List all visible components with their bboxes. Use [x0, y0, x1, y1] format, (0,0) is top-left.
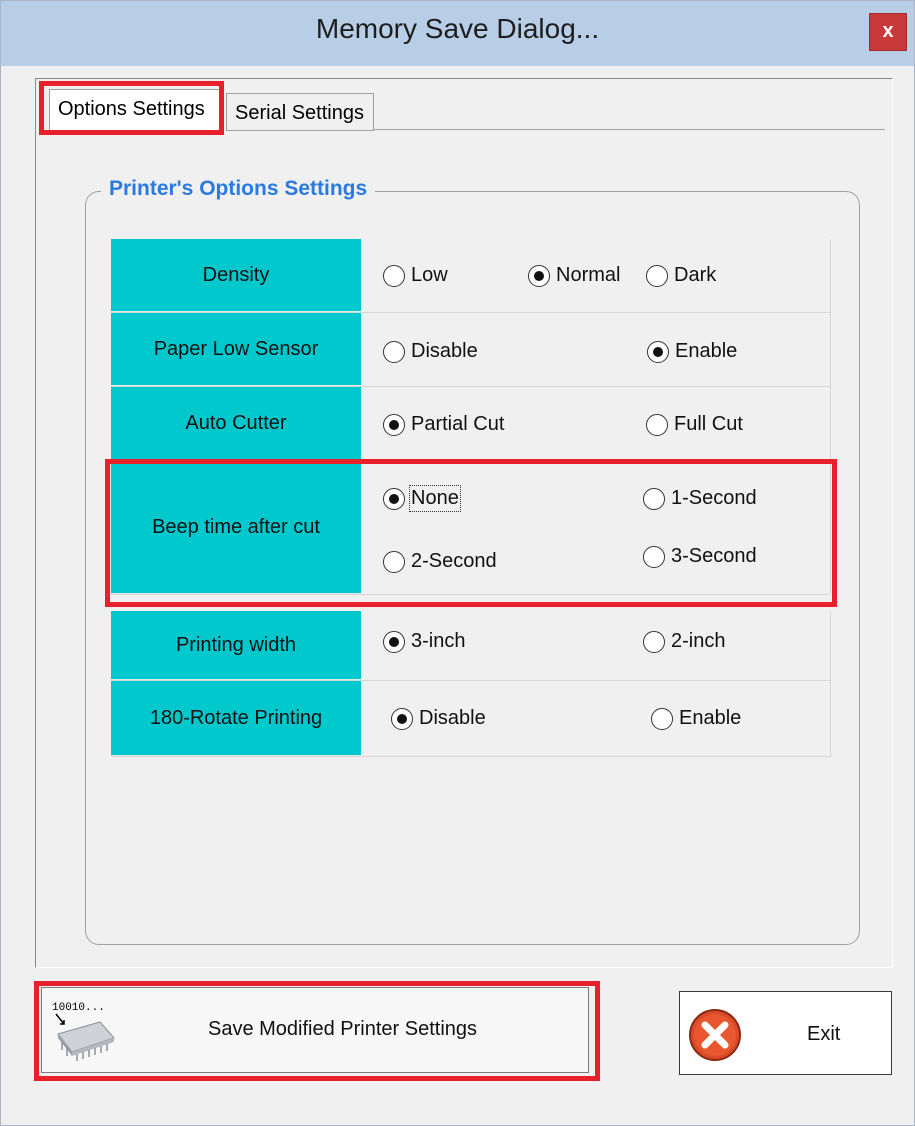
- setting-label: 180-Rotate Printing: [111, 681, 361, 756]
- radio-circle: [651, 707, 673, 730]
- setting-label: Density: [111, 239, 361, 312]
- radio-label: Enable: [675, 340, 738, 362]
- error-x-icon: [689, 1009, 741, 1061]
- radio-rotate-enable[interactable]: Enable: [651, 707, 741, 730]
- radio-printing-width-2-inch[interactable]: 2-inch: [643, 630, 725, 653]
- radio-circle: [383, 264, 405, 287]
- radio-circle-checked: [647, 340, 669, 363]
- memory-save-dialog: Memory Save Dialog... x Options Settings…: [0, 0, 915, 1126]
- radio-printing-width-3-inch[interactable]: 3-inch: [383, 630, 465, 653]
- setting-options: Partial Cut Full Cut: [361, 387, 831, 460]
- radio-circle-checked: [391, 707, 413, 730]
- save-button-highlight-box: [34, 981, 600, 1081]
- radio-circle-checked: [383, 630, 405, 653]
- radio-rotate-disable[interactable]: Disable: [391, 707, 486, 730]
- group-title: Printer's Options Settings: [101, 177, 376, 201]
- radio-label: 2-inch: [671, 630, 726, 652]
- setting-row-printing-width: Printing width 3-inch 2-inch: [111, 611, 831, 681]
- close-button[interactable]: x: [869, 13, 907, 51]
- tab-strip-divider: [373, 129, 885, 130]
- radio-density-normal[interactable]: Normal: [528, 264, 620, 287]
- radio-paper-low-enable[interactable]: Enable: [647, 340, 737, 363]
- radio-label: 3-inch: [411, 630, 466, 652]
- radio-circle: [646, 264, 668, 287]
- radio-circle-checked: [383, 413, 405, 436]
- title-bar: Memory Save Dialog... x: [1, 1, 914, 66]
- radio-circle: [646, 413, 668, 436]
- exit-button-label: Exit: [807, 1023, 841, 1045]
- radio-label: Enable: [679, 707, 742, 729]
- radio-label: Dark: [674, 264, 717, 286]
- tab-highlight-box: [39, 81, 224, 135]
- radio-circle: [383, 340, 405, 363]
- radio-label: Partial Cut: [411, 413, 505, 435]
- window-title: Memory Save Dialog...: [315, 13, 600, 44]
- radio-circle: [643, 630, 665, 653]
- setting-row-paper-low-sensor: Paper Low Sensor Disable Enable: [111, 313, 831, 387]
- setting-row-auto-cutter: Auto Cutter Partial Cut Full Cut: [111, 387, 831, 461]
- radio-label: Disable: [419, 707, 486, 729]
- setting-options: 3-inch 2-inch: [361, 611, 831, 680]
- setting-options: Low Normal Dark: [361, 239, 831, 312]
- setting-label: Paper Low Sensor: [111, 313, 361, 386]
- radio-auto-cutter-partial[interactable]: Partial Cut: [383, 413, 504, 436]
- setting-options: Disable Enable: [361, 681, 831, 756]
- setting-row-density: Density Low Normal Dark: [111, 239, 831, 313]
- radio-density-low[interactable]: Low: [383, 264, 448, 287]
- tab-serial-settings[interactable]: Serial Settings: [226, 93, 374, 131]
- setting-options: Disable Enable: [361, 313, 831, 386]
- setting-label: Auto Cutter: [111, 387, 361, 460]
- radio-label: Disable: [411, 340, 478, 362]
- exit-button[interactable]: Exit: [679, 991, 892, 1075]
- radio-label: Low: [411, 264, 448, 286]
- radio-circle-checked: [528, 264, 550, 287]
- radio-label: Normal: [556, 264, 621, 286]
- radio-label: Full Cut: [674, 413, 743, 435]
- radio-density-dark[interactable]: Dark: [646, 264, 716, 287]
- beep-time-highlight-box: [105, 459, 837, 607]
- setting-label: Printing width: [111, 611, 361, 680]
- setting-row-180-rotate: 180-Rotate Printing Disable Enable: [111, 681, 831, 757]
- radio-paper-low-disable[interactable]: Disable: [383, 340, 478, 363]
- radio-auto-cutter-full[interactable]: Full Cut: [646, 413, 743, 436]
